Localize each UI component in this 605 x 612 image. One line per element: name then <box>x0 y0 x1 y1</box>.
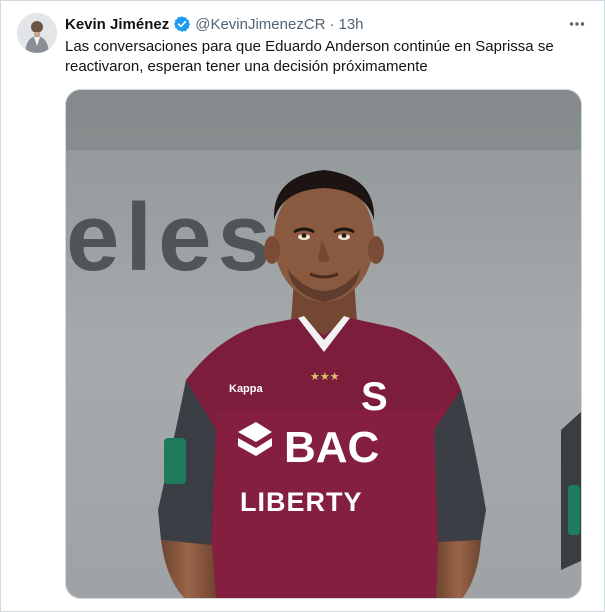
tweet-timestamp[interactable]: 13h <box>339 16 364 33</box>
tweet-text: Las conversaciones para que Eduardo Ande… <box>65 38 554 75</box>
more-options-icon[interactable] <box>566 13 588 35</box>
tweet-card[interactable]: Kevin Jiménez @KevinJimenezCR · 13h Las … <box>0 0 605 612</box>
author-handle[interactable]: @KevinJimenezCR <box>195 16 325 33</box>
svg-text:★★★: ★★★ <box>310 370 340 383</box>
background-text: eles <box>66 184 277 291</box>
jersey-sponsor-secondary: LIBERTY <box>240 487 363 517</box>
jersey-crest-text: S <box>361 375 388 419</box>
separator-dot: · <box>329 15 335 33</box>
jersey-sponsor-main: BAC <box>284 423 379 472</box>
author-avatar[interactable] <box>17 13 57 53</box>
author-name[interactable]: Kevin Jiménez <box>65 16 169 33</box>
tweet-header: Kevin Jiménez @KevinJimenezCR · 13h <box>65 13 588 35</box>
tweet-photo[interactable]: eles ★★★ Kappa S BAC LIBERTY <box>65 89 582 599</box>
jersey-brand-text: Kappa <box>229 383 264 395</box>
verified-badge-icon <box>173 15 191 33</box>
